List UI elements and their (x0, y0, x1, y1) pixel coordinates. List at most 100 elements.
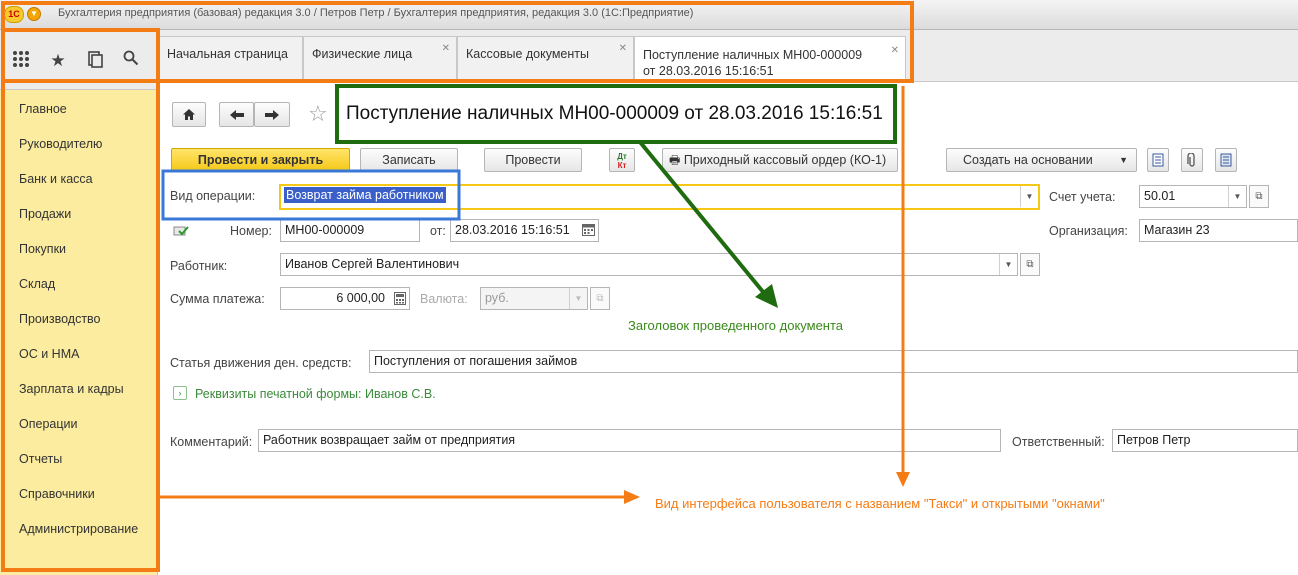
tab-cash-documents[interactable]: Кассовые документы ✕ (457, 36, 634, 82)
dt-kt-icon[interactable]: Дт Кт (609, 148, 635, 172)
tab-home[interactable]: Начальная страница (158, 36, 303, 82)
expand-chevron-icon[interactable]: › (173, 386, 187, 400)
window-title: Бухгалтерия предприятия (базовая) редакц… (58, 7, 694, 19)
organization-value: Магазин 23 (1144, 223, 1210, 237)
list-icon[interactable] (1215, 148, 1237, 172)
sidebar-item-administration[interactable]: Администрирование (19, 522, 138, 536)
favorite-star-icon[interactable]: ☆ (308, 101, 328, 127)
post-and-close-button[interactable]: Провести и закрыть (171, 148, 350, 172)
create-based-on-label: Создать на основании (963, 153, 1093, 167)
save-button[interactable]: Записать (360, 148, 458, 172)
dropdown-arrow-icon[interactable]: ▼ (999, 254, 1017, 275)
all-functions-icon[interactable] (10, 50, 32, 72)
annotation-arrowhead-green (755, 284, 778, 308)
organization-label: Организация: (1049, 224, 1128, 238)
date-label: от: (430, 224, 446, 238)
close-icon[interactable]: ✕ (891, 43, 899, 59)
main-menu-icon[interactable]: ▼ (27, 7, 41, 21)
sidebar-item-operations[interactable]: Операции (19, 417, 77, 431)
tab-cash-receipt[interactable]: Поступление наличных МН00-000009 от 28.0… (634, 36, 906, 83)
sidebar-item-payroll[interactable]: Зарплата и кадры (19, 382, 124, 396)
print-details-group-link[interactable]: Реквизиты печатной формы: Иванов С.В. (195, 387, 436, 401)
sidebar-item-warehouse[interactable]: Склад (19, 277, 55, 291)
employee-value: Иванов Сергей Валентинович (285, 257, 460, 271)
date-field[interactable]: 28.03.2016 15:16:51 (450, 219, 599, 242)
tab-label: Физические лица (312, 47, 413, 61)
tab-label-line1: Поступление наличных МН00-000009 (643, 48, 863, 62)
sidebar-item-sales[interactable]: Продажи (19, 207, 71, 221)
tab-label: Начальная страница (167, 47, 288, 61)
sidebar-item-main[interactable]: Главное (19, 102, 67, 116)
annotation-arrowhead-orange-vertical (896, 472, 910, 487)
tab-individuals[interactable]: Физические лица ✕ (303, 36, 457, 82)
open-employee-button[interactable]: ⧉ (1020, 253, 1040, 276)
account-label: Счет учета: (1049, 190, 1116, 204)
responsible-field[interactable]: Петров Петр (1112, 429, 1298, 452)
employee-field[interactable]: Иванов Сергей Валентинович ▼ (280, 253, 1018, 276)
operation-type-field[interactable]: Возврат займа работником ▼ (279, 184, 1040, 210)
account-value: 50.01 (1144, 189, 1176, 203)
app-logo: 1С (4, 6, 24, 23)
paperclip-icon[interactable] (1181, 148, 1203, 172)
sidebar-item-catalogs[interactable]: Справочники (19, 487, 95, 501)
responsible-label: Ответственный: (1012, 435, 1105, 449)
number-label: Номер: (230, 224, 272, 238)
responsible-value: Петров Петр (1117, 433, 1191, 447)
open-account-button[interactable]: ⧉ (1249, 185, 1269, 208)
sidebar-item-production[interactable]: Производство (19, 312, 101, 326)
open-windows-tabbar: Начальная страница Физические лица ✕ Кас… (158, 30, 1298, 83)
search-icon[interactable] (120, 50, 142, 72)
tab-label-line2: от 28.03.2016 15:16:51 (643, 64, 774, 78)
home-button[interactable] (172, 102, 206, 127)
cashflow-label: Статья движения ден. средств: (170, 356, 352, 370)
forward-button[interactable] (254, 102, 290, 127)
annotation-taxi-interface: Вид интерфейса пользователя с названием … (655, 496, 1105, 511)
print-cash-order-button[interactable]: 🖶 Приходный кассовый ордер (КО-1) (662, 148, 898, 172)
annotation-arrowhead-orange-horizontal (624, 490, 640, 504)
document-title: Поступление наличных МН00-000009 от 28.0… (346, 103, 883, 124)
currency-field[interactable]: руб. ▼ (480, 287, 588, 310)
print-button-label: Приходный кассовый ордер (КО-1) (683, 153, 887, 167)
organization-field[interactable]: Магазин 23 (1139, 219, 1298, 242)
favorites-star-icon[interactable]: ★ (47, 50, 69, 72)
sidebar-item-purchases[interactable]: Покупки (19, 242, 66, 256)
open-currency-button[interactable]: ⧉ (590, 287, 610, 310)
printer-icon: 🖶 (669, 153, 681, 167)
dropdown-arrow-icon[interactable]: ▼ (1228, 186, 1246, 207)
tab-label: Кассовые документы (466, 47, 589, 61)
cashflow-field[interactable]: Поступления от погашения займов (369, 350, 1298, 373)
section-sidebar: Главное Руководителю Банк и касса Продаж… (0, 90, 158, 575)
sidebar-item-bank-cash[interactable]: Банк и касса (19, 172, 93, 186)
currency-label: Валюта: (420, 292, 468, 306)
document-icon[interactable] (1147, 148, 1169, 172)
calculator-icon[interactable] (393, 292, 406, 305)
create-based-on-button[interactable]: Создать на основании ▼ (946, 148, 1137, 172)
sum-label: Сумма платежа: (170, 292, 265, 306)
posted-status-icon (173, 225, 189, 236)
history-icon[interactable] (84, 50, 106, 72)
number-value: МН00-000009 (285, 223, 365, 237)
annotation-overlay (1, 1, 914, 572)
sum-value: 6 000,00 (336, 291, 385, 305)
comment-field[interactable]: Работник возвращает займ от предприятия (258, 429, 1001, 452)
comment-value: Работник возвращает займ от предприятия (263, 433, 516, 447)
operation-type-label: Вид операции: (170, 189, 256, 203)
sidebar-item-manager[interactable]: Руководителю (19, 137, 102, 151)
sidebar-item-fixed-assets[interactable]: ОС и НМА (19, 347, 79, 361)
operation-type-value: Возврат займа работником (284, 187, 446, 203)
post-button[interactable]: Провести (484, 148, 582, 172)
account-field[interactable]: 50.01 ▼ (1139, 185, 1247, 208)
dropdown-arrow-icon[interactable]: ▼ (569, 288, 587, 309)
comment-label: Комментарий: (170, 435, 253, 449)
calendar-icon[interactable] (582, 224, 595, 236)
sidebar-item-reports[interactable]: Отчеты (19, 452, 62, 466)
back-button[interactable] (219, 102, 254, 127)
cashflow-value: Поступления от погашения займов (374, 354, 578, 368)
number-field[interactable]: МН00-000009 (280, 219, 420, 242)
dropdown-arrow-icon[interactable]: ▼ (1020, 186, 1038, 207)
currency-value: руб. (485, 291, 509, 305)
close-icon[interactable]: ✕ (619, 43, 627, 54)
title-bar: 1С ▼ Бухгалтерия предприятия (базовая) р… (0, 0, 1298, 30)
sum-field[interactable]: 6 000,00 (280, 287, 410, 310)
close-icon[interactable]: ✕ (442, 43, 450, 54)
